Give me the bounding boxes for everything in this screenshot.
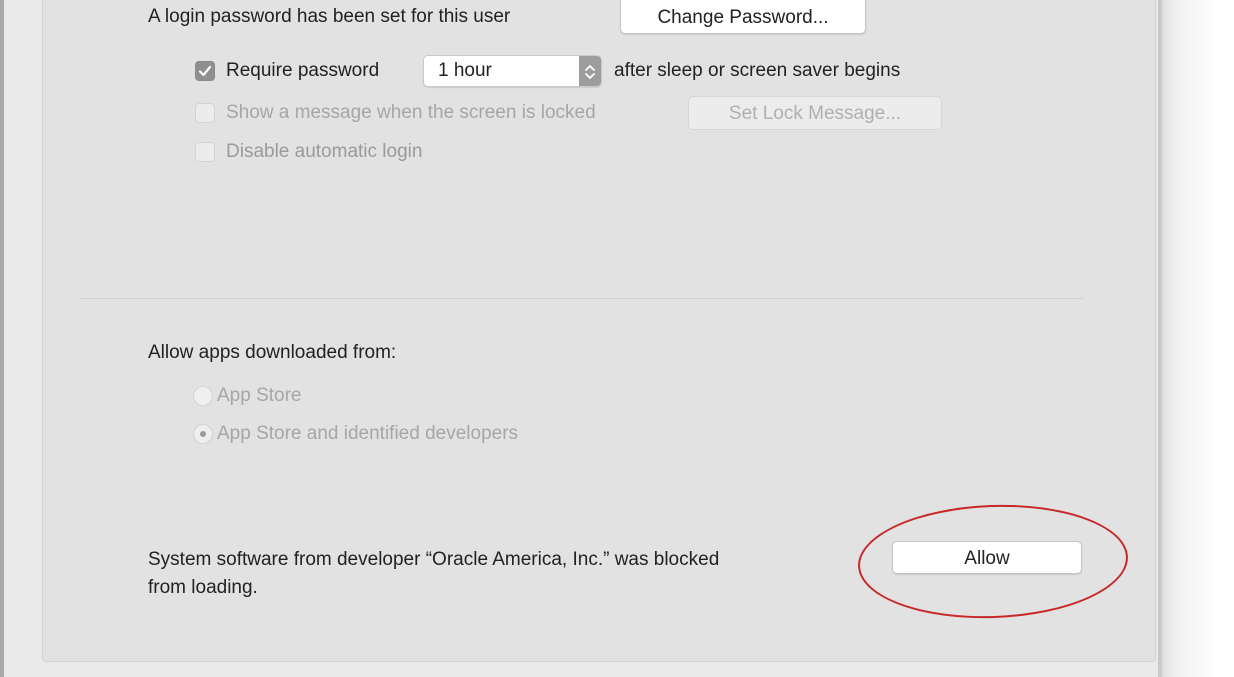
require-password-suffix: after sleep or screen saver begins bbox=[614, 60, 901, 81]
show-message-label: Show a message when the screen is locked bbox=[226, 102, 596, 123]
section-divider bbox=[80, 298, 1083, 299]
change-password-button[interactable]: Change Password... bbox=[620, 0, 866, 34]
popup-arrows-icon bbox=[579, 56, 601, 86]
checkmark-icon bbox=[198, 65, 212, 77]
radio-app-store-identified-label: App Store and identified developers bbox=[217, 423, 519, 444]
blocked-message-line1: System software from developer “Oracle A… bbox=[148, 549, 720, 570]
password-delay-value: 1 hour bbox=[438, 60, 492, 81]
radio-app-store-label: App Store bbox=[217, 385, 302, 406]
window-shadow bbox=[1158, 0, 1218, 677]
disable-auto-login-label: Disable automatic login bbox=[226, 141, 423, 162]
require-password-label: Require password bbox=[226, 60, 380, 81]
require-password-checkbox[interactable] bbox=[195, 61, 215, 81]
radio-app-store[interactable] bbox=[193, 386, 213, 406]
allow-apps-heading: Allow apps downloaded from: bbox=[148, 342, 397, 363]
password-delay-popup[interactable]: 1 hour bbox=[423, 55, 602, 87]
set-lock-message-button[interactable]: Set Lock Message... bbox=[688, 96, 942, 130]
blocked-message-line2: from loading. bbox=[148, 577, 258, 598]
show-message-checkbox[interactable] bbox=[195, 103, 215, 123]
radio-app-store-identified[interactable] bbox=[193, 424, 213, 444]
disable-auto-login-checkbox[interactable] bbox=[195, 142, 215, 162]
login-password-text: A login password has been set for this u… bbox=[148, 6, 511, 27]
